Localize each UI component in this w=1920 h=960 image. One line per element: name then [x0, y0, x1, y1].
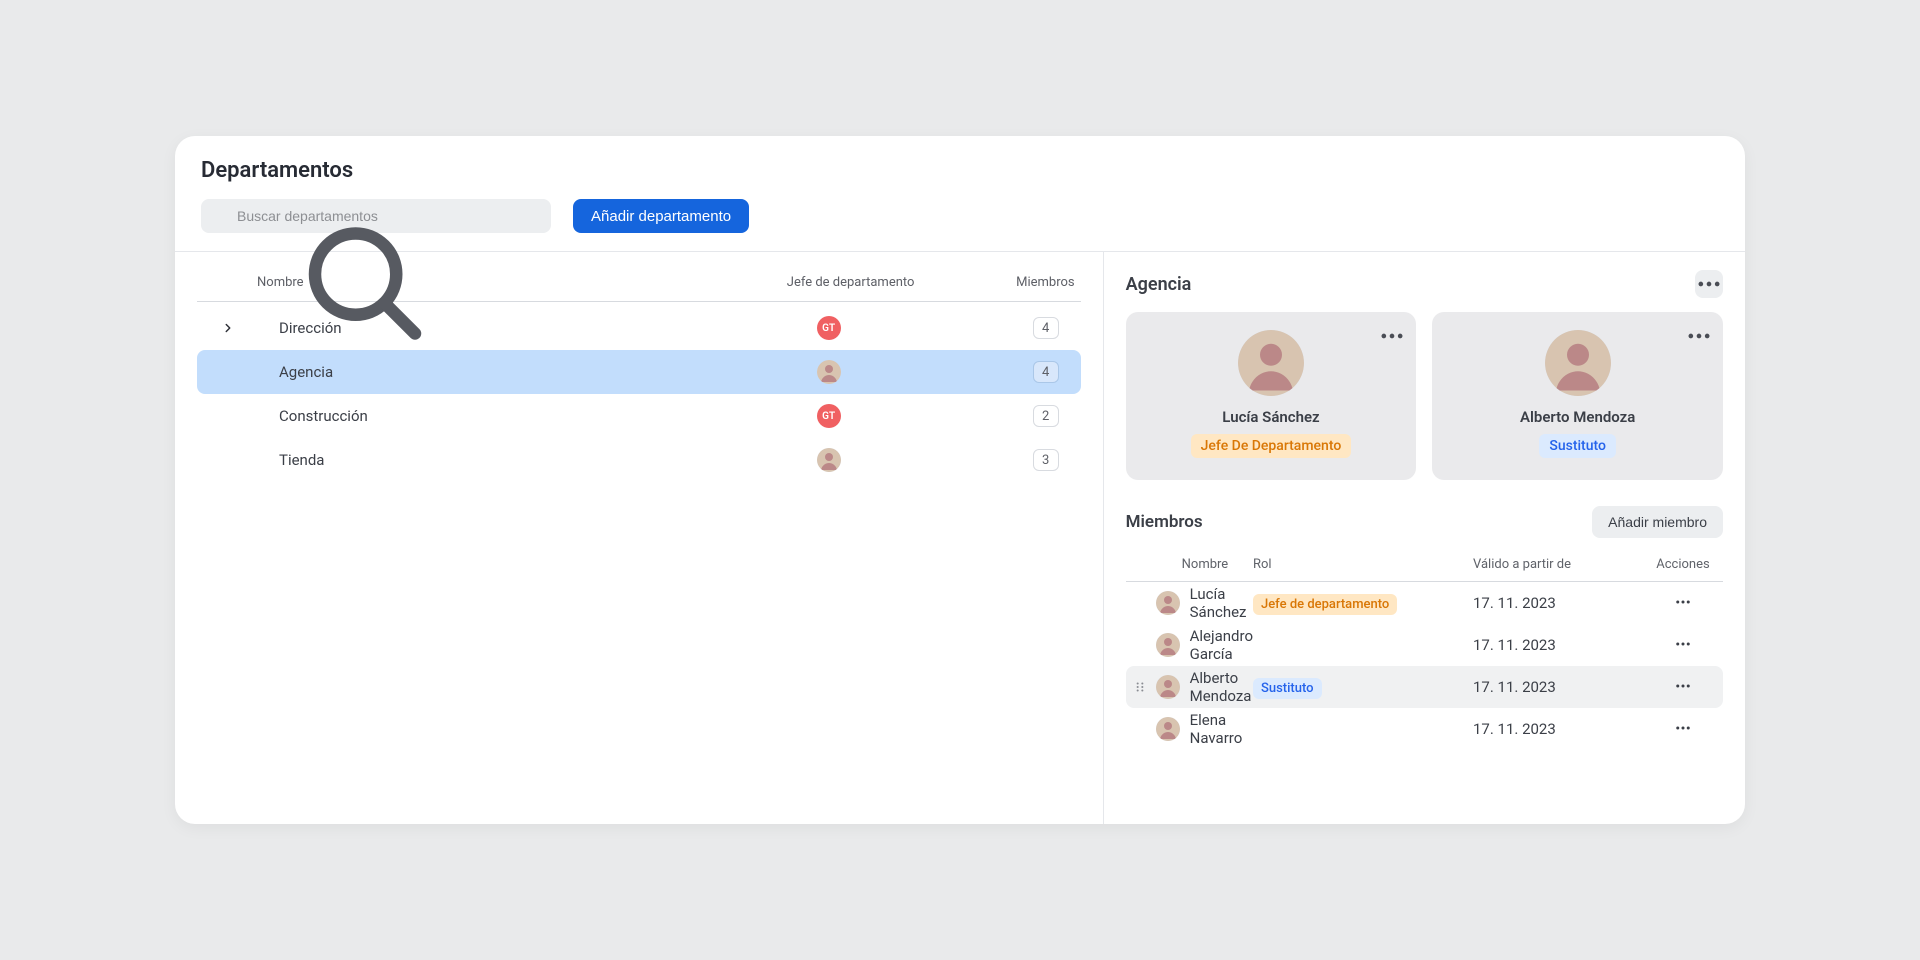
dots-icon — [1674, 719, 1692, 737]
person-icon — [1238, 330, 1304, 396]
card-more-button[interactable] — [1685, 322, 1713, 350]
member-valid-from: 17. 11. 2023 — [1473, 720, 1643, 738]
mcol-name: Nombre — [1182, 557, 1253, 572]
person-icon — [817, 448, 841, 472]
col-head: Jefe de departamento — [741, 275, 961, 290]
members-header: Miembros Añadir miembro — [1126, 506, 1723, 538]
member-valid-from: 17. 11. 2023 — [1473, 678, 1643, 696]
member-name: Elena Navarro — [1182, 711, 1253, 747]
page-title: Departamentos — [201, 158, 1719, 183]
detail-header: Agencia — [1126, 270, 1723, 298]
departments-panel: Departamentos Añadir departamento Nombre… — [175, 136, 1745, 824]
member-row[interactable]: Alejandro García 17. 11. 2023 — [1126, 624, 1723, 666]
member-actions-button[interactable] — [1670, 715, 1696, 744]
member-row[interactable]: Elena Navarro 17. 11. 2023 — [1126, 708, 1723, 750]
members-title: Miembros — [1126, 512, 1203, 532]
avatar — [1156, 675, 1180, 699]
department-name: Agencia — [279, 363, 333, 381]
department-head-avatar — [817, 448, 841, 472]
col-members: Miembros — [961, 275, 1081, 290]
member-count-badge: 3 — [1033, 449, 1059, 471]
card-person-name: Alberto Mendoza — [1520, 408, 1635, 426]
drag-icon — [1133, 680, 1147, 694]
mcol-role: Rol — [1253, 557, 1473, 572]
member-valid-from: 17. 11. 2023 — [1473, 594, 1643, 612]
dots-icon — [1674, 677, 1692, 695]
role-tag: Sustituto — [1539, 434, 1616, 458]
avatar — [1545, 330, 1611, 396]
member-name: Alejandro García — [1182, 627, 1253, 663]
member-actions-button[interactable] — [1670, 631, 1696, 660]
role-tag: Jefe de departamento — [1253, 594, 1397, 615]
member-actions-button[interactable] — [1670, 673, 1696, 702]
add-member-button[interactable]: Añadir miembro — [1592, 506, 1723, 538]
person-icon — [817, 360, 841, 384]
avatar — [1238, 330, 1304, 396]
member-count-badge: 4 — [1033, 361, 1059, 383]
dots-icon — [1674, 635, 1692, 653]
mcol-valid: Válido a partir de — [1473, 557, 1643, 572]
member-row[interactable]: Alberto MendozaSustituto 17. 11. 2023 — [1126, 666, 1723, 708]
drag-handle[interactable] — [1126, 680, 1154, 694]
role-tag: Jefe De Departamento — [1191, 434, 1352, 458]
panel-header: Departamentos Añadir departamento — [175, 136, 1745, 252]
search-wrap — [201, 199, 551, 233]
detail-title: Agencia — [1126, 274, 1192, 295]
role-card: Alberto Mendoza Sustituto — [1432, 312, 1723, 480]
members-table-header: Nombre Rol Válido a partir de Acciones — [1126, 548, 1723, 582]
card-more-button[interactable] — [1378, 322, 1406, 350]
department-head-avatar — [817, 360, 841, 384]
person-icon — [1545, 330, 1611, 396]
department-row[interactable]: Construcción GT 2 — [197, 394, 1081, 438]
member-count-badge: 4 — [1033, 317, 1059, 339]
role-card: Lucía Sánchez Jefe De Departamento — [1126, 312, 1417, 480]
toolbar: Añadir departamento — [201, 199, 1719, 233]
department-name: Tienda — [279, 451, 324, 469]
person-icon — [1156, 717, 1180, 741]
person-icon — [1156, 591, 1180, 615]
person-icon — [1156, 633, 1180, 657]
dots-icon — [1674, 593, 1692, 611]
add-department-button[interactable]: Añadir departamento — [573, 199, 749, 233]
member-valid-from: 17. 11. 2023 — [1473, 636, 1643, 654]
member-count-badge: 2 — [1033, 405, 1059, 427]
department-head-avatar: GT — [817, 316, 841, 340]
department-detail: Agencia Lucía Sánchez Jefe De Departament… — [1104, 252, 1745, 824]
member-name: Alberto Mendoza — [1182, 669, 1253, 705]
avatar — [1156, 717, 1180, 741]
dots-icon — [1378, 261, 1406, 411]
search-icon — [215, 209, 230, 224]
avatar — [1156, 633, 1180, 657]
department-head-avatar: GT — [817, 404, 841, 428]
card-person-name: Lucía Sánchez — [1222, 408, 1319, 426]
person-icon — [1156, 675, 1180, 699]
department-row[interactable]: Tienda 3 — [197, 438, 1081, 482]
avatar — [1156, 591, 1180, 615]
role-tag: Sustituto — [1253, 678, 1322, 699]
mcol-actions: Acciones — [1643, 557, 1723, 572]
member-row[interactable]: Lucía SánchezJefe de departamento 17. 11.… — [1126, 582, 1723, 624]
member-name: Lucía Sánchez — [1182, 585, 1253, 621]
member-actions-button[interactable] — [1670, 589, 1696, 618]
dots-icon — [1685, 261, 1713, 411]
department-name: Construcción — [279, 407, 368, 425]
